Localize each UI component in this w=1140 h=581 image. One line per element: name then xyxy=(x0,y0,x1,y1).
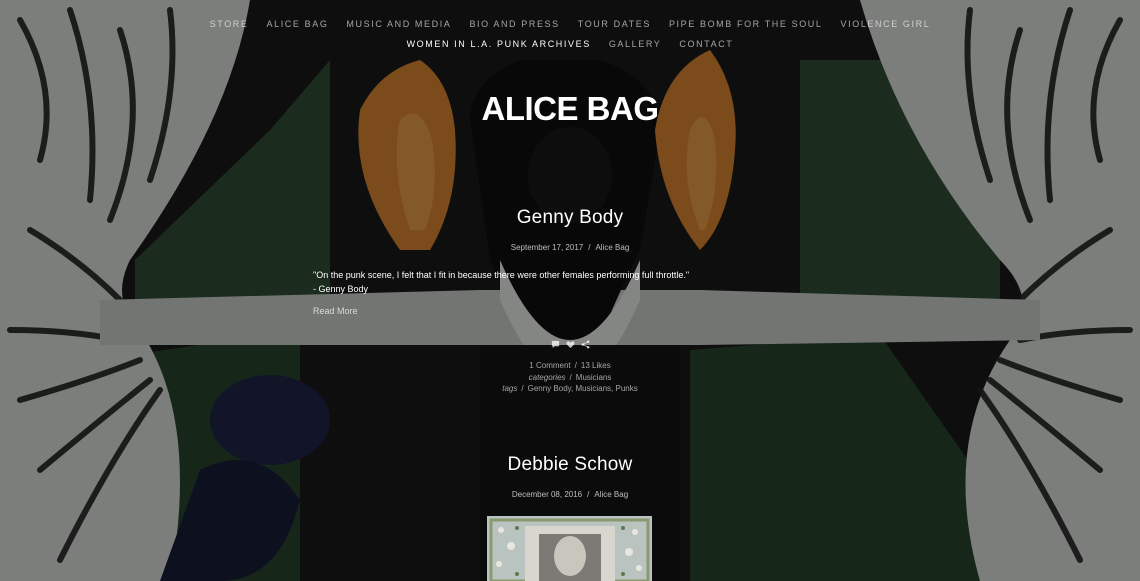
nav-gallery[interactable]: GALLERY xyxy=(600,39,671,49)
read-more-link[interactable]: Read More xyxy=(313,306,358,316)
site-title[interactable]: ALICE BAG xyxy=(0,90,1140,128)
excerpt-attribution: - Genny Body xyxy=(313,284,369,294)
post-categories: categories / Musicians xyxy=(0,372,1140,384)
post-excerpt: "On the punk scene, I felt that I fit in… xyxy=(313,268,833,296)
post-meta: December 08, 2016 / Alice Bag xyxy=(0,490,1140,499)
categories-label: categories xyxy=(528,372,566,382)
categories-separator: / xyxy=(569,372,572,382)
like-count[interactable]: 13 Likes xyxy=(581,361,611,370)
post-author[interactable]: Alice Bag xyxy=(595,243,629,252)
comment-count-link[interactable]: 1 Comment xyxy=(529,361,570,370)
post-footer: 1 Comment/13 Likes categories / Musicians … xyxy=(0,360,1140,395)
meta-separator: / xyxy=(587,490,590,499)
post-tags: tags / Genny Body, Musicians, Punks xyxy=(0,383,1140,395)
nav-pipe-bomb-for-the-soul[interactable]: PIPE BOMB FOR THE SOUL xyxy=(660,19,832,29)
post-meta: September 17, 2017 / Alice Bag xyxy=(0,243,1140,252)
post-title[interactable]: Genny Body xyxy=(0,207,1140,229)
post-date[interactable]: September 17, 2017 xyxy=(511,243,584,252)
tags-separator: / xyxy=(521,384,524,393)
nav-bio-and-press[interactable]: BIO AND PRESS xyxy=(460,19,568,29)
meta-separator: / xyxy=(588,243,591,252)
nav-tour-dates[interactable]: TOUR DATES xyxy=(569,19,660,29)
tags-label: tags xyxy=(502,384,518,393)
nav-alice-bag[interactable]: ALICE BAG xyxy=(258,19,338,29)
nav-violence-girl[interactable]: VIOLENCE GIRL xyxy=(832,19,940,29)
post-author[interactable]: Alice Bag xyxy=(594,490,628,499)
post-header: Debbie Schow December 08, 2016 / Alice Bag xyxy=(0,454,1140,499)
nav-women-in-la-punk-archives[interactable]: WOMEN IN L.A. PUNK ARCHIVES xyxy=(398,39,600,49)
post-stats: 1 Comment / 13 Likes xyxy=(0,360,1140,372)
tag-links[interactable]: Genny Body, Musicians, Punks xyxy=(528,384,638,393)
nav-row-primary: STORE ALICE BAG MUSIC AND MEDIA BIO AND … xyxy=(0,14,1140,34)
nav-row-secondary: WOMEN IN L.A. PUNK ARCHIVES GALLERY CONT… xyxy=(0,34,1140,54)
post-header: Genny Body September 17, 2017 / Alice Bag xyxy=(0,207,1140,252)
nav-music-and-media[interactable]: MUSIC AND MEDIA xyxy=(337,19,460,29)
post-actions xyxy=(0,336,1140,349)
excerpt-quote: "On the punk scene, I felt that I fit in… xyxy=(313,270,690,280)
post-date[interactable]: December 08, 2016 xyxy=(512,490,582,499)
heart-icon[interactable] xyxy=(566,336,575,349)
nav-store[interactable]: STORE xyxy=(201,19,258,29)
comment-icon[interactable] xyxy=(551,336,560,349)
stats-separator: / xyxy=(574,361,577,370)
nav-contact[interactable]: CONTACT xyxy=(670,39,742,49)
main-navigation: STORE ALICE BAG MUSIC AND MEDIA BIO AND … xyxy=(0,14,1140,54)
share-icon[interactable] xyxy=(581,336,590,349)
category-link[interactable]: Musicians xyxy=(576,373,612,382)
post-thumbnail-image[interactable] xyxy=(487,516,652,581)
post-title[interactable]: Debbie Schow xyxy=(0,454,1140,476)
